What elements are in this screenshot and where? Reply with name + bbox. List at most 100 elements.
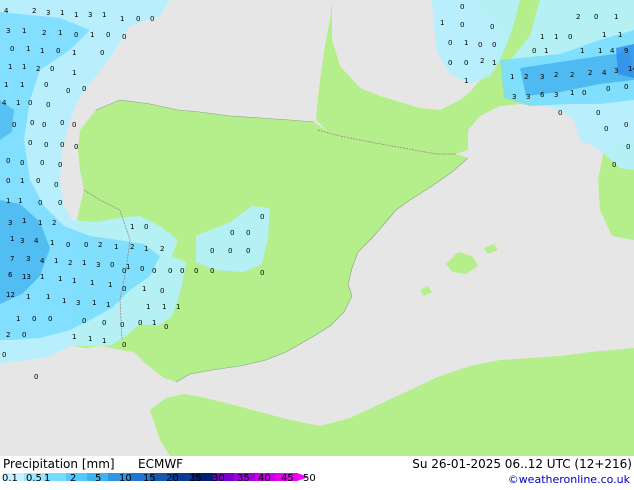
scale-tick-label: 20 <box>166 473 179 484</box>
precip-value: 1 <box>120 15 124 23</box>
precip-value: 0 <box>606 85 610 93</box>
scale-tick-label: 25 <box>189 473 202 484</box>
precip-value: 1 <box>580 47 584 55</box>
precip-value: 4 <box>34 237 39 245</box>
legend-title: Precipitation [mm] <box>3 457 115 471</box>
scale-tick-label: 35 <box>237 473 250 484</box>
precip-value: 1 <box>618 31 622 39</box>
precip-value: 0 <box>102 319 106 327</box>
precip-value: 1 <box>6 197 10 205</box>
precip-value: 4 <box>2 99 7 107</box>
precip-value: 0 <box>168 267 172 275</box>
precip-value: 1 <box>18 197 22 205</box>
precip-value: 1 <box>4 81 8 89</box>
precip-value: 0 <box>110 261 114 269</box>
credit-link[interactable]: ©weatheronline.co.uk <box>508 473 630 486</box>
precip-value: 0 <box>36 177 40 185</box>
forecast-timestamp: Su 26-01-2025 06..12 UTC (12+216) <box>412 457 632 471</box>
precip-value: 1 <box>72 277 76 285</box>
precip-value: 1 <box>82 259 86 267</box>
precip-value: 4 <box>610 47 615 55</box>
precip-value: 0 <box>140 265 144 273</box>
precip-value: 2 <box>98 241 102 249</box>
precip-value: 3 <box>512 93 516 101</box>
precip-value: 1 <box>540 33 544 41</box>
precip-value: 0 <box>122 33 126 41</box>
precip-value: 0 <box>30 119 34 127</box>
precip-value: 0 <box>82 85 86 93</box>
precip-value: 0 <box>106 31 110 39</box>
precip-value: 0 <box>28 139 32 147</box>
precip-value: 0 <box>626 143 630 151</box>
precip-value: 0 <box>42 121 46 129</box>
precip-value: 0 <box>72 121 76 129</box>
precip-value: 0 <box>260 213 264 221</box>
precip-value: 2 <box>68 259 72 267</box>
precip-value: 1 <box>146 303 150 311</box>
scale-tick-label: 15 <box>143 473 156 484</box>
precip-value: 1 <box>130 223 134 231</box>
precip-value: 0 <box>28 99 32 107</box>
precip-value: 0 <box>246 247 250 255</box>
precip-value: 0 <box>624 121 628 129</box>
precip-value: 3 <box>6 27 10 35</box>
precip-value: 1 <box>60 9 64 17</box>
precip-value: 0 <box>44 141 48 149</box>
precip-value: 3 <box>20 237 24 245</box>
precip-value: 1 <box>570 89 574 97</box>
precipitation-map: 4 2 3 1 1 3 1 1 0 03 1 2 1 0 1 0 00 1 1 0 1 01 1 2 0 11 1 04 1 0 00 000… <box>0 0 634 456</box>
precip-value: 1 <box>88 335 92 343</box>
precip-value: 1 <box>72 69 76 77</box>
precip-value: 3 <box>526 93 530 101</box>
precip-value: 3 <box>76 299 80 307</box>
precip-value: 0 <box>6 157 10 165</box>
precip-value: 0 <box>74 31 78 39</box>
precip-value: 1 <box>464 39 468 47</box>
precip-value: 1 <box>554 33 558 41</box>
scale-tick-label: 10 <box>119 473 132 484</box>
precip-value: 3 <box>554 91 558 99</box>
precip-value: 1 <box>544 47 548 55</box>
precip-value: 1 <box>58 29 62 37</box>
precip-value: 0 <box>38 199 42 207</box>
precip-value: 1 <box>8 63 12 71</box>
precip-value: 1 <box>92 299 96 307</box>
precip-value: 4 <box>4 7 9 15</box>
precip-value: 0 <box>448 59 452 67</box>
precip-value: 0 <box>596 109 600 117</box>
precip-value: 1 <box>106 301 110 309</box>
precip-value: 0 <box>492 41 496 49</box>
legend-bar: Precipitation [mm] ECMWF Su 26-01-2025 0… <box>0 456 634 490</box>
precip-value: 1 <box>108 281 112 289</box>
precip-value: 0 <box>2 351 6 359</box>
precip-value: 0 <box>48 315 52 323</box>
precip-value: 0 <box>58 199 62 207</box>
precip-value: 0 <box>582 89 586 97</box>
precip-value: 1 <box>74 11 78 19</box>
precip-value: 1 <box>46 293 50 301</box>
precip-value: 1 <box>16 99 20 107</box>
precip-value: 1 <box>598 47 602 55</box>
precip-value: 1 <box>142 285 146 293</box>
precip-value: 2 <box>130 243 134 251</box>
precip-value: 12 <box>6 291 15 299</box>
scale-tick-label: 5 <box>95 473 102 484</box>
precip-value: 0 <box>66 241 70 249</box>
precip-value: 0 <box>260 269 264 277</box>
precip-value: 0 <box>120 321 124 329</box>
precip-value: 1 <box>72 333 76 341</box>
precip-value: 0 <box>604 125 608 133</box>
precip-value: 2 <box>160 245 164 253</box>
precip-value: 1 <box>62 297 66 305</box>
precip-value: 0 <box>58 161 62 169</box>
scale-tick-label: 0.5 <box>26 473 42 484</box>
precip-value: 0 <box>150 15 154 23</box>
precip-value: 1 <box>40 273 44 281</box>
scale-tick-label: 1 <box>44 473 51 484</box>
precip-value: 0 <box>34 373 38 381</box>
precip-value: 1 <box>10 235 14 243</box>
precip-value: 0 <box>594 13 598 21</box>
precip-value: 0 <box>22 331 26 339</box>
precip-value: 0 <box>460 3 464 11</box>
precip-value: 0 <box>464 59 468 67</box>
